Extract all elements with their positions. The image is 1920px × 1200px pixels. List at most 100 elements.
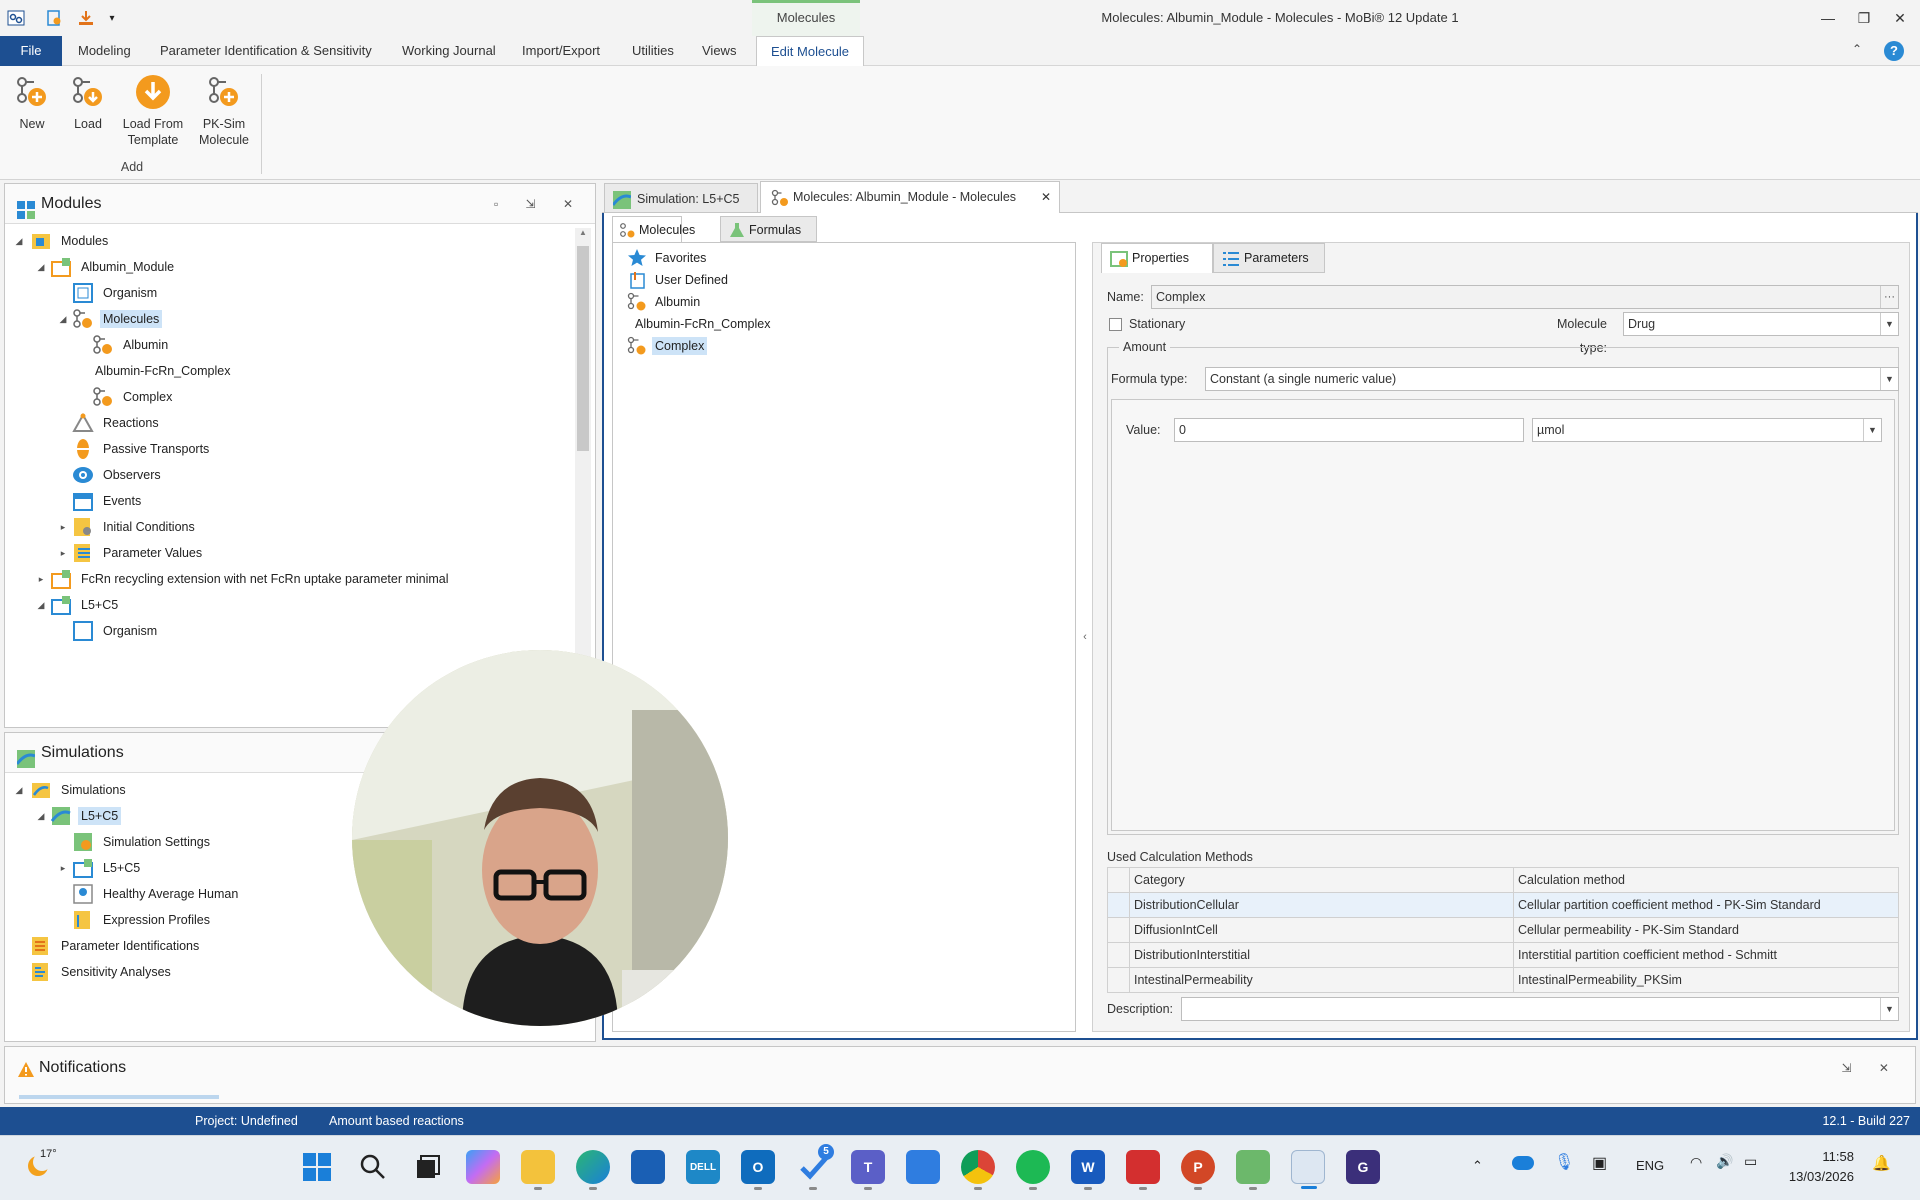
new-molecule-button[interactable]: New [8,72,56,132]
sensitivity-icon [29,961,53,983]
tab-formulas[interactable]: Formulas [720,216,817,242]
screen-recorder-icon[interactable]: G [1346,1150,1380,1184]
molecule-icon [91,386,115,408]
pksim-molecule-button[interactable]: PK-Sim Molecule [196,72,252,148]
word-icon[interactable]: W [1071,1150,1105,1190]
calc-methods-title: Used Calculation Methods [1107,850,1253,864]
help-icon[interactable]: ? [1884,41,1904,61]
menu-parameter-identification[interactable]: Parameter Identification & Sensitivity [146,36,386,66]
load-molecule-button[interactable]: Load [64,72,112,132]
load-from-template-button[interactable]: Load From Template [118,72,188,148]
copilot-icon[interactable] [466,1150,500,1184]
display-icon[interactable]: ▣ [1592,1153,1607,1173]
calendar-app-icon[interactable] [906,1150,940,1184]
load-from-label: Load From [122,117,184,131]
search-icon[interactable] [356,1150,390,1184]
start-icon[interactable] [300,1150,334,1184]
chrome-icon[interactable] [961,1150,995,1190]
weather-temp: 17° [40,1148,57,1160]
outlook-icon[interactable]: O [741,1150,775,1190]
webcam-person-image [352,650,728,1026]
notifications-panel-controls[interactable]: ⇲ ✕ [1842,1061,1901,1075]
notifications-scrollbar[interactable] [19,1095,219,1099]
onedrive-icon[interactable] [1512,1156,1534,1170]
column-header-calculation-method[interactable]: Calculation method [1513,867,1899,893]
ellipsis-button[interactable]: ··· [1880,286,1898,308]
stationary-checkbox[interactable] [1109,318,1122,331]
tab-simulation-l5c5[interactable]: Simulation: L5+C5 [604,183,758,213]
restore-button[interactable]: ❐ [1846,0,1882,36]
ribbon: New Load Load From Template PK-Sim Molec… [0,66,1920,180]
ribbon-tabs: File Modeling Parameter Identification &… [0,36,1920,66]
acrobat-icon[interactable] [1126,1150,1160,1190]
language-indicator[interactable]: ENG [1636,1158,1664,1173]
edge-icon[interactable] [576,1150,610,1190]
name-field[interactable]: Complex ··· [1151,285,1899,309]
powerpoint-icon[interactable]: P [1181,1150,1215,1190]
modules-panel-title: Modules [41,195,102,212]
battery-icon[interactable]: ▭ [1744,1153,1757,1170]
properties-icon [1110,250,1128,278]
modules-scrollbar[interactable]: ▲ [575,228,591,724]
task-view-icon[interactable] [410,1150,444,1184]
status-project: Project: Undefined [195,1114,298,1128]
value-input[interactable]: 0 [1174,418,1524,442]
chevron-down-icon: ▼ [1880,313,1898,335]
clock-date[interactable]: 13/03/2026 [1770,1169,1854,1184]
tab-properties[interactable]: Properties [1101,243,1213,273]
microphone-icon[interactable]: 🎙 [1554,1152,1574,1172]
molecule-type-select[interactable]: Drug ▼ [1623,312,1899,336]
simulations-icon [15,744,36,768]
tab-molecules-albumin-module[interactable]: Molecules: Albumin_Module - Molecules ✕ [760,181,1060,214]
stationary-label: Stationary [1129,317,1186,331]
close-window-button[interactable]: ✕ [1882,0,1918,36]
mobi-icon[interactable] [1291,1150,1325,1189]
app-icon [4,6,28,30]
close-tab-icon[interactable]: ✕ [1041,182,1051,212]
description-label: Description: [1107,1002,1173,1016]
quick-access-dropdown-icon[interactable]: ▾ [100,6,124,30]
volume-icon[interactable]: 🔊 [1716,1153,1733,1170]
menu-utilities[interactable]: Utilities [618,36,688,66]
menu-views[interactable]: Views [688,36,750,66]
menu-modeling[interactable]: Modeling [64,36,145,66]
clock-time[interactable]: 11:58 [1784,1149,1854,1164]
parameter-values-icon [71,542,95,564]
wifi-icon[interactable]: ◠ [1690,1154,1702,1171]
table-row[interactable]: IntestinalPermeability IntestinalPermeab… [1107,967,1899,993]
calendar-icon [71,490,95,512]
notification-center-icon[interactable]: 🔔 [1872,1154,1891,1172]
unit-select[interactable]: µmol ▼ [1532,418,1882,442]
description-input[interactable]: ▼ [1181,997,1899,1021]
panel-controls[interactable]: ▫ ⇲ ✕ [494,184,585,224]
table-row[interactable]: DistributionCellular Cellular partition … [1107,892,1899,918]
menu-file[interactable]: File [0,36,62,66]
minimize-button[interactable]: — [1810,0,1846,36]
spotify-icon[interactable] [1016,1150,1050,1190]
download-template-icon [133,72,173,112]
download-icon[interactable] [74,6,98,30]
dell-icon[interactable]: DELL [686,1150,720,1184]
name-label: Name: [1107,290,1144,304]
tab-molecules[interactable]: Molecules [612,216,695,242]
taskbar: 17° DELL O 5 T W P G ⌃ 🎙 ▣ ENG ◠ 🔊 ▭ 11:… [0,1135,1920,1200]
table-row[interactable]: DiffusionIntCell Cellular permeability -… [1107,917,1899,943]
formula-type-select[interactable]: Constant (a single numeric value) ▼ [1205,367,1899,391]
file-explorer-icon[interactable] [521,1150,555,1190]
splitter-collapse-handle[interactable]: ‹ [1078,242,1092,1032]
menu-import-export[interactable]: Import/Export [508,36,614,66]
menu-edit-molecule[interactable]: Edit Molecule [756,36,865,66]
todo-icon[interactable]: 5 [796,1144,834,1190]
table-row[interactable]: DistributionInterstitial Interstitial pa… [1107,942,1899,968]
collapse-ribbon-icon[interactable]: ⌃ [1852,42,1862,56]
new-project-icon[interactable] [42,6,66,30]
store-icon[interactable] [631,1150,665,1184]
column-header-category[interactable]: Category [1129,867,1514,893]
tab-parameters[interactable]: Parameters [1213,243,1325,273]
menu-working-journal[interactable]: Working Journal [388,36,510,66]
notifications-panel: Notifications ⇲ ✕ [4,1046,1916,1104]
show-hidden-icons[interactable]: ⌃ [1472,1158,1483,1174]
teams-icon[interactable]: T [851,1150,885,1190]
organism-icon [71,282,95,304]
pksim-icon[interactable] [1236,1150,1270,1190]
